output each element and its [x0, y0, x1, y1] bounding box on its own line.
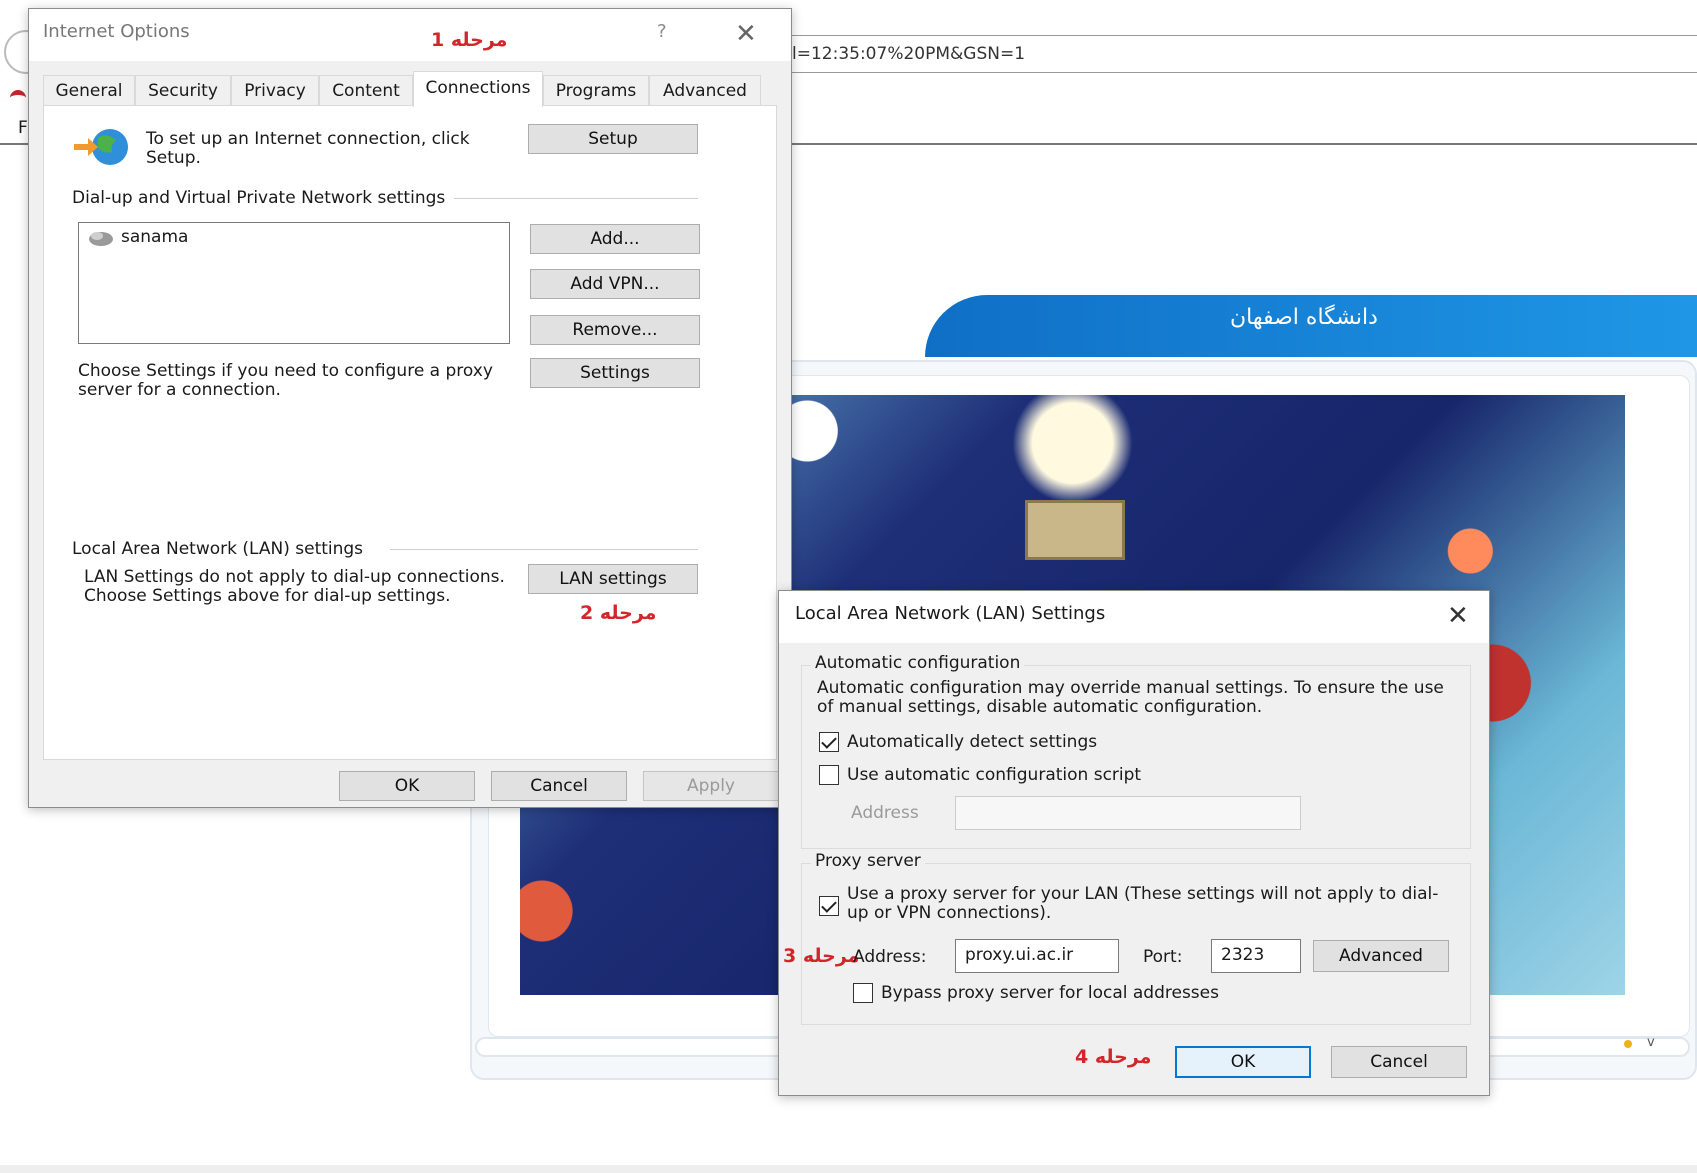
proxy-advanced-button[interactable]: Advanced	[1313, 940, 1449, 972]
dialup-group-line	[454, 198, 698, 199]
automatic-configuration-description: Automatic configuration may override man…	[817, 678, 1444, 717]
step-3-annotation: مرحله 3	[783, 945, 860, 967]
apply-button[interactable]: Apply	[643, 771, 779, 801]
proxy-address-label: Address:	[853, 947, 927, 967]
connection-name: sanama	[121, 227, 189, 247]
connections-panel: To set up an Internet connection, click …	[43, 105, 777, 760]
script-address-label: Address	[851, 803, 919, 823]
settings-button[interactable]: Settings	[530, 358, 700, 388]
lan-group-line	[390, 549, 698, 550]
step-4-annotation: مرحله 4	[1075, 1046, 1152, 1068]
dialog-title: Local Area Network (LAN) Settings	[795, 603, 1106, 624]
close-icon[interactable]: ✕	[735, 21, 757, 47]
lan-group-label: Local Area Network (LAN) settings	[72, 539, 364, 559]
step-1-annotation: مرحله 1	[431, 29, 508, 51]
connection-icon	[89, 232, 113, 246]
calligraphy-tile-image	[1025, 500, 1125, 560]
tab-general[interactable]: General	[43, 75, 135, 105]
lan-description: LAN Settings do not apply to dial-up con…	[84, 567, 505, 606]
dialup-group-label: Dial-up and Virtual Private Network sett…	[72, 188, 446, 208]
use-proxy-label: Use a proxy server for your LAN (These s…	[847, 884, 1439, 923]
internet-options-dialog: Internet Options ? ✕ مرحله 1 General Sec…	[28, 8, 792, 808]
help-icon[interactable]: ?	[657, 21, 667, 42]
tab-security[interactable]: Security	[135, 75, 231, 105]
remove-button[interactable]: Remove...	[530, 315, 700, 345]
auto-script-checkbox[interactable]	[819, 765, 839, 785]
setup-description: To set up an Internet connection, click …	[146, 129, 470, 168]
close-icon[interactable]: ✕	[1447, 603, 1469, 629]
auto-script-label: Use automatic configuration script	[847, 765, 1142, 785]
tab-programs[interactable]: Programs	[543, 75, 649, 105]
cancel-button[interactable]: Cancel	[491, 771, 627, 801]
titlebar: Internet Options ? ✕	[29, 9, 791, 61]
proxy-address-input[interactable]: proxy.ui.ac.ir	[955, 939, 1119, 973]
university-banner-title: دانشگاه اصفهان	[1230, 305, 1378, 330]
connections-list[interactable]: sanama	[78, 222, 510, 344]
setup-button[interactable]: Setup	[528, 124, 698, 154]
automatic-configuration-label: Automatic configuration	[811, 653, 1025, 673]
page-bottom-edge	[0, 1165, 1697, 1173]
address-bar[interactable]: l=12:35:07%20PM&GSN=1	[790, 35, 1697, 73]
lan-settings-dialog: Local Area Network (LAN) Settings ✕ Auto…	[778, 590, 1490, 1096]
bypass-local-checkbox[interactable]	[853, 983, 873, 1003]
tab-privacy[interactable]: Privacy	[231, 75, 319, 105]
proxy-port-input[interactable]: 2323	[1211, 939, 1301, 973]
tab-connections[interactable]: Connections	[413, 71, 543, 107]
site-logo-icon	[10, 90, 26, 105]
proxy-port-label: Port:	[1143, 947, 1183, 967]
add-button[interactable]: Add...	[530, 224, 700, 254]
step-2-annotation: مرحله 2	[580, 602, 657, 624]
tab-advanced[interactable]: Advanced	[649, 75, 761, 105]
auto-detect-checkbox[interactable]	[819, 732, 839, 752]
titlebar: Local Area Network (LAN) Settings ✕	[779, 591, 1489, 643]
slider-dot-icon[interactable]	[1624, 1040, 1632, 1048]
menu-letter: F	[18, 118, 28, 138]
use-proxy-checkbox[interactable]	[819, 896, 839, 916]
lan-settings-button[interactable]: LAN settings	[528, 564, 698, 594]
slider-next[interactable]: v	[1647, 1035, 1655, 1050]
add-vpn-button[interactable]: Add VPN...	[530, 269, 700, 299]
lan-ok-button[interactable]: OK	[1175, 1046, 1311, 1078]
dialog-title: Internet Options	[43, 21, 190, 42]
lan-cancel-button[interactable]: Cancel	[1331, 1046, 1467, 1078]
bypass-local-label: Bypass proxy server for local addresses	[881, 983, 1219, 1003]
ok-button[interactable]: OK	[339, 771, 475, 801]
settings-description: Choose Settings if you need to configure…	[78, 361, 493, 400]
tab-content[interactable]: Content	[319, 75, 413, 105]
auto-detect-label: Automatically detect settings	[847, 732, 1098, 752]
proxy-server-label: Proxy server	[811, 851, 925, 871]
script-address-field[interactable]	[955, 796, 1301, 830]
globe-icon	[74, 129, 128, 165]
